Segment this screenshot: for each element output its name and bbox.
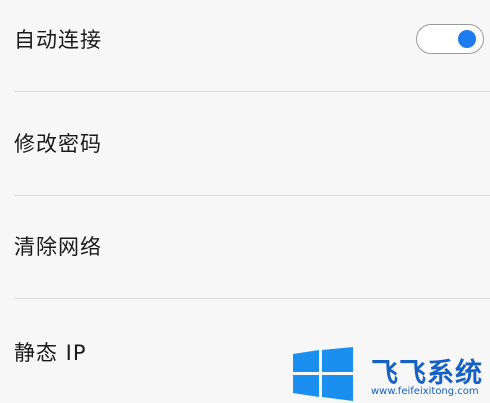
- windows-logo-icon: [293, 347, 353, 401]
- watermark: 飞飞系统 www.feifeixitong.com: [291, 345, 490, 403]
- auto-connect-toggle[interactable]: [416, 24, 484, 54]
- wifi-network-settings-screen: 自动连接 修改密码 清除网络 静态 IP 飞飞系统 www.feifeixito…: [0, 0, 490, 403]
- change-password-label: 修改密码: [14, 132, 102, 156]
- divider: [14, 195, 490, 196]
- static-ip-label: 静态 IP: [14, 341, 87, 365]
- auto-connect-row[interactable]: 自动连接: [0, 14, 490, 64]
- auto-connect-label: 自动连接: [14, 28, 102, 52]
- watermark-url: www.feifeixitong.com: [371, 386, 479, 397]
- clear-network-row[interactable]: 清除网络: [0, 221, 490, 271]
- divider: [14, 91, 490, 92]
- watermark-brand: 飞飞系统: [371, 358, 483, 389]
- divider: [14, 298, 490, 299]
- toggle-knob: [458, 30, 476, 48]
- change-password-row[interactable]: 修改密码: [0, 118, 490, 168]
- clear-network-label: 清除网络: [14, 235, 102, 259]
